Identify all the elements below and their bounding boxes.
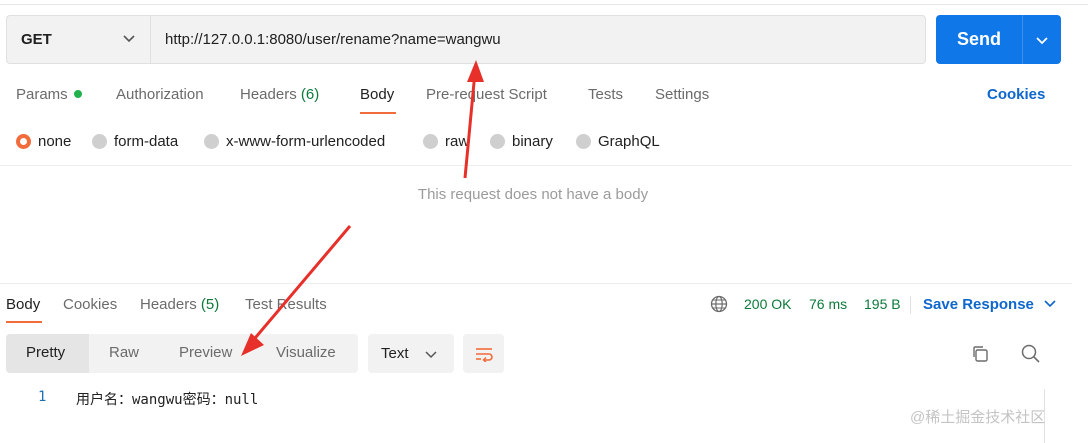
response-body-text: 用户名：wangwu密码：null — [76, 392, 259, 408]
line-number: 1 — [38, 389, 47, 405]
radio-icon — [204, 133, 219, 149]
watermark: @稀土掘金技术社区 — [910, 409, 1046, 426]
radio-raw-label: raw — [445, 132, 470, 150]
response-type-label: Text — [381, 345, 409, 362]
format-pretty[interactable]: Pretty — [26, 344, 65, 361]
tab-headers-label: Headers — [240, 86, 297, 103]
search-icon[interactable] — [1020, 343, 1041, 369]
format-visualize[interactable]: Visualize — [276, 344, 336, 361]
response-tab-headers-count: (5) — [200, 296, 220, 313]
tab-params-label: Params — [16, 86, 68, 103]
radio-graphql-label: GraphQL — [598, 132, 660, 150]
save-response-button[interactable]: Save Response — [923, 296, 1056, 313]
active-response-tab-indicator — [6, 321, 42, 323]
url-input[interactable]: http://127.0.0.1:8080/user/rename?name=w… — [150, 15, 926, 64]
chevron-down-icon — [424, 350, 437, 358]
divider — [910, 296, 911, 314]
divider — [0, 283, 1072, 284]
divider — [0, 165, 1072, 166]
response-tab-headers[interactable]: Headers (5) — [140, 296, 219, 313]
radio-binary[interactable]: binary — [490, 131, 553, 151]
radio-graphql[interactable]: GraphQL — [576, 131, 660, 151]
method-label: GET — [21, 31, 52, 48]
send-label: Send — [956, 29, 1001, 49]
chevron-down-icon — [122, 31, 136, 49]
radio-binary-label: binary — [512, 132, 553, 150]
format-preview[interactable]: Preview — [179, 344, 232, 361]
response-time[interactable]: 76 ms — [809, 296, 847, 312]
radio-none-label: none — [38, 132, 72, 150]
response-tab-test-results[interactable]: Test Results — [245, 296, 327, 313]
wrap-lines-button[interactable] — [463, 334, 504, 373]
send-button[interactable]: Send — [936, 15, 1022, 64]
status-code[interactable]: 200 OK — [744, 296, 791, 312]
tab-body[interactable]: Body — [360, 86, 394, 103]
radio-icon — [423, 133, 438, 149]
radio-urlencoded-label: x-www-form-urlencoded — [226, 132, 386, 150]
active-tab-indicator — [360, 112, 396, 114]
url-text: http://127.0.0.1:8080/user/rename?name=w… — [165, 31, 501, 48]
radio-form-data[interactable]: form-data — [92, 131, 178, 151]
save-response-label: Save Response — [923, 296, 1034, 313]
tab-authorization[interactable]: Authorization — [116, 86, 204, 103]
params-indicator-dot — [73, 90, 82, 99]
response-tab-cookies[interactable]: Cookies — [63, 296, 117, 313]
chevron-down-icon — [1036, 36, 1048, 44]
tab-settings[interactable]: Settings — [655, 86, 709, 103]
method-select[interactable]: GET — [6, 15, 150, 64]
radio-icon — [576, 133, 591, 149]
empty-body-message: This request does not have a body — [417, 186, 649, 203]
response-type-select[interactable]: Text — [368, 334, 454, 373]
globe-icon[interactable] — [710, 295, 728, 318]
send-options-button[interactable] — [1022, 15, 1061, 64]
annotation-arrows — [241, 60, 484, 356]
tab-params[interactable]: Params — [16, 86, 82, 103]
response-size[interactable]: 195 B — [864, 296, 901, 312]
cookies-link[interactable]: Cookies — [987, 86, 1045, 103]
response-tab-headers-label: Headers — [140, 296, 197, 313]
radio-raw[interactable]: raw — [423, 131, 469, 151]
radio-form-data-label: form-data — [114, 132, 179, 150]
radio-icon — [490, 133, 505, 149]
format-raw[interactable]: Raw — [109, 344, 139, 361]
annotation-arrow-to-preview — [248, 225, 352, 345]
radio-urlencoded[interactable]: x-www-form-urlencoded — [204, 131, 385, 151]
radio-icon — [92, 133, 107, 149]
response-tab-body[interactable]: Body — [6, 296, 40, 313]
tab-tests[interactable]: Tests — [588, 86, 623, 103]
wrap-lines-icon — [475, 347, 493, 362]
top-border — [0, 0, 1088, 5]
copy-icon[interactable] — [970, 344, 990, 369]
radio-selected-icon — [16, 133, 31, 149]
tab-pre-request-script[interactable]: Pre-request Script — [426, 86, 547, 103]
tab-headers-count: (6) — [300, 86, 320, 103]
chevron-down-icon — [1044, 300, 1056, 308]
radio-none[interactable]: none — [16, 131, 71, 151]
tab-headers[interactable]: Headers (6) — [240, 86, 319, 103]
